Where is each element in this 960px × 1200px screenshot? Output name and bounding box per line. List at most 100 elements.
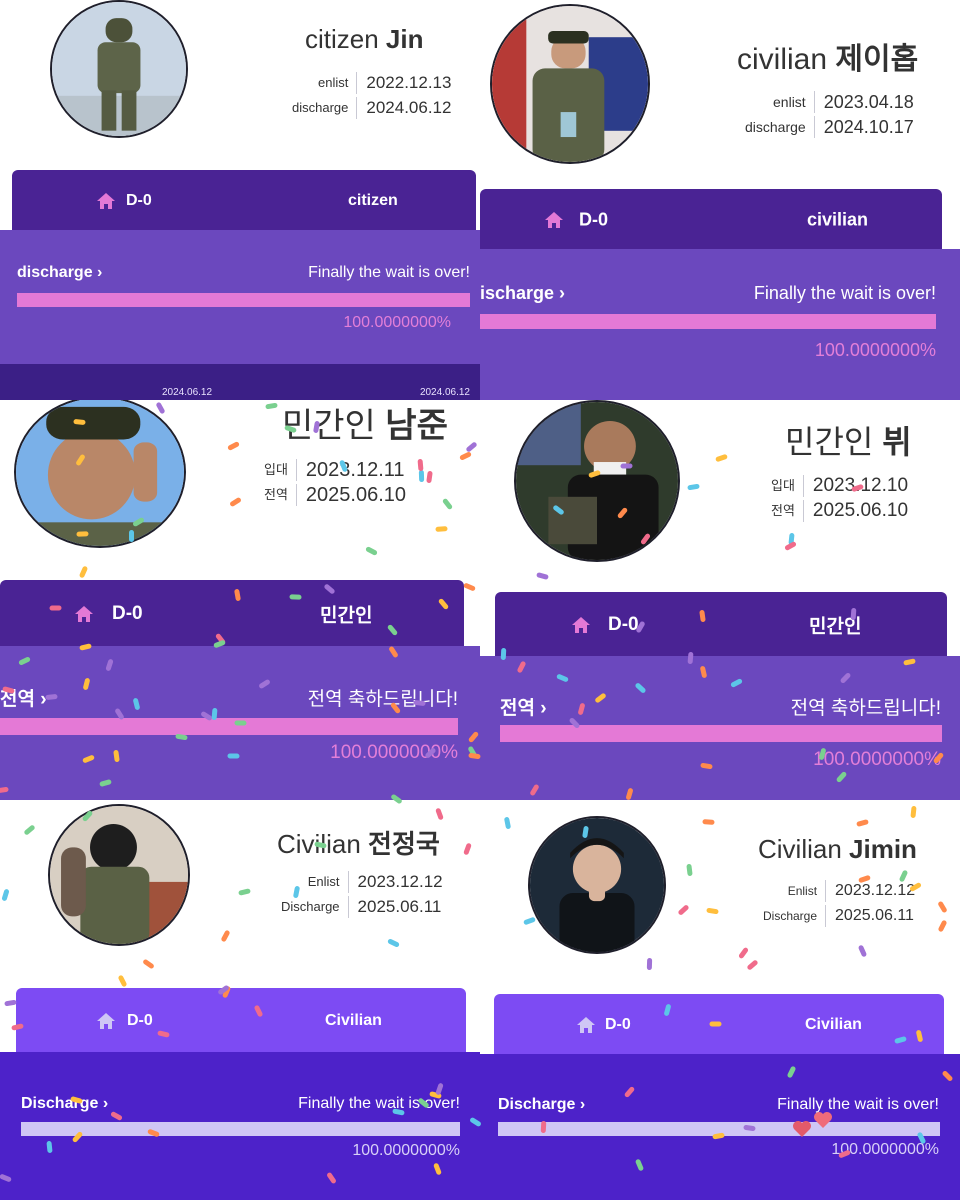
panel-v: 민간인 뷔 입대 2023.12.10 전역 2025.06.10 D-0 민간…: [480, 400, 960, 800]
panel-jimin: Civilian Jimin Enlist 2023.12.12 Dischar…: [480, 800, 960, 1200]
service-dates: Enlist 2023.12.12 Discharge 2025.06.11: [763, 880, 915, 927]
title-prefix: 민간인: [785, 424, 883, 460]
progress-track: [0, 718, 458, 735]
footer-strip: 2024.06.12 2024.06.12: [0, 364, 480, 400]
avatar: [528, 816, 666, 954]
progress-percent: 100.0000000%: [352, 1142, 460, 1159]
progress-fill: [498, 1122, 940, 1136]
enlist-label: 입대: [771, 475, 804, 497]
dday-bar[interactable]: D-0 민간인: [495, 592, 947, 658]
enlist-label: enlist: [292, 72, 358, 94]
profile-photo: [16, 400, 184, 546]
discharge-date: 2025.06.10: [812, 500, 909, 521]
dday-counter: D-0: [127, 1012, 153, 1029]
home-icon[interactable]: [571, 616, 591, 634]
progress-card: 전역 › 전역 축하드립니다! 100.0000000%: [0, 646, 480, 800]
title-name: 뷔: [882, 424, 912, 460]
dday-counter: D-0: [579, 209, 609, 230]
title-name: 전정국: [368, 829, 440, 859]
home-icon[interactable]: [96, 192, 116, 210]
discharge-link[interactable]: ischarge ›: [480, 283, 565, 304]
profile-photo: [50, 806, 188, 944]
discharge-link[interactable]: 전역 ›: [500, 693, 547, 720]
discharge-link[interactable]: 전역 ›: [0, 684, 47, 711]
heart-icon: [814, 1112, 832, 1128]
dday-bar[interactable]: D-0 civilian: [480, 189, 942, 251]
progress-track: [480, 314, 936, 329]
profile-photo: [52, 2, 186, 136]
progress-percent: 100.0000000%: [343, 314, 451, 331]
discharge-link-label: Discharge: [21, 1095, 99, 1112]
progress-message: Finally the wait is over!: [777, 1096, 939, 1113]
progress-track: [21, 1122, 460, 1136]
page-title: Civilian 전정국: [277, 824, 440, 861]
dday-bar[interactable]: D-0 Civilian: [494, 994, 944, 1056]
progress-card: Discharge › Finally the wait is over! 10…: [0, 1052, 480, 1200]
enlist-label: enlist: [745, 91, 815, 113]
home-icon[interactable]: [544, 211, 564, 229]
dday-bar[interactable]: D-0 citizen: [12, 170, 476, 232]
title-prefix: Civilian: [758, 834, 850, 864]
enlist-date: 2023.12.10: [812, 475, 909, 496]
avatar: [14, 400, 186, 548]
enlist-date: 2023.12.12: [357, 872, 443, 891]
home-icon[interactable]: [96, 1012, 116, 1030]
discharge-link-label: ischarge: [480, 283, 555, 303]
service-dates: enlist 2022.12.13 discharge 2024.06.12: [292, 72, 451, 119]
discharge-link-label: 전역: [500, 698, 535, 719]
title-name: Jimin: [849, 834, 917, 864]
page-title: Civilian Jimin: [758, 834, 917, 865]
home-icon[interactable]: [74, 605, 94, 623]
progress-percent: 100.0000000%: [831, 1141, 939, 1158]
panel-namjoon: 민간인 남준 입대 2023.12.11 전역 2025.06.10 D-0 민…: [0, 400, 480, 800]
dday-bar[interactable]: D-0 Civilian: [16, 988, 466, 1054]
discharge-date: 2025.06.11: [357, 897, 442, 916]
dday-counter: D-0: [126, 192, 152, 209]
status-label: Civilian: [325, 1012, 382, 1029]
title-name: 제이홉: [835, 43, 919, 76]
enlist-date: 2022.12.13: [366, 73, 452, 92]
panel-jungkook: Civilian 전정국 Enlist 2023.12.12 Discharge…: [0, 800, 480, 1200]
home-icon[interactable]: [576, 1016, 596, 1034]
status-label: 민간인: [320, 605, 373, 627]
enlist-label: Enlist: [281, 871, 349, 893]
discharge-link[interactable]: discharge ›: [17, 264, 102, 282]
title-name: Jin: [385, 24, 424, 54]
discharge-date: 2025.06.10: [305, 484, 407, 506]
progress-message: Finally the wait is over!: [753, 283, 936, 303]
profile-photo: [492, 6, 648, 162]
avatar: [50, 0, 188, 138]
status-label: 민간인: [809, 616, 862, 638]
progress-fill: [21, 1122, 460, 1136]
service-dates: 입대 2023.12.11 전역 2025.06.10: [264, 459, 406, 506]
discharge-label: 전역: [771, 500, 804, 522]
progress-percent: 100.0000000%: [813, 749, 941, 770]
discharge-link-label: discharge: [17, 264, 93, 281]
discharge-label: Discharge: [281, 896, 349, 918]
avatar: [514, 400, 680, 562]
heart-icon: [793, 1121, 811, 1137]
discharge-link-label: 전역: [0, 689, 35, 710]
discharge-label: discharge: [745, 116, 815, 138]
progress-fill: [480, 314, 936, 329]
enlist-date: 2023.04.18: [823, 92, 914, 112]
progress-card: 전역 › 전역 축하드립니다! 100.0000000%: [480, 656, 960, 800]
title-prefix: Civilian: [277, 829, 369, 859]
progress-track: [498, 1122, 940, 1136]
page-title: 민간인 남준: [282, 400, 448, 447]
discharge-date: 2024.06.12: [366, 98, 452, 117]
progress-percent: 100.0000000%: [814, 340, 936, 360]
enlist-label: Enlist: [763, 880, 827, 902]
progress-card: Discharge › Finally the wait is over! 10…: [480, 1054, 960, 1200]
service-dates: Enlist 2023.12.12 Discharge 2025.06.11: [281, 871, 443, 918]
discharge-link[interactable]: Discharge ›: [498, 1096, 585, 1114]
discharge-date: 2024.10.17: [823, 117, 914, 137]
progress-message: Finally the wait is over!: [298, 1095, 460, 1112]
panel-jhope: civilian 제이홉 enlist 2023.04.18 discharge…: [480, 0, 960, 400]
page-title: 민간인 뷔: [785, 417, 912, 463]
enlist-label: 입대: [264, 459, 297, 481]
discharge-label: 전역: [264, 484, 297, 506]
discharge-link[interactable]: Discharge ›: [21, 1095, 108, 1113]
dday-bar[interactable]: D-0 민간인: [0, 580, 464, 648]
title-prefix: 민간인: [282, 407, 386, 445]
